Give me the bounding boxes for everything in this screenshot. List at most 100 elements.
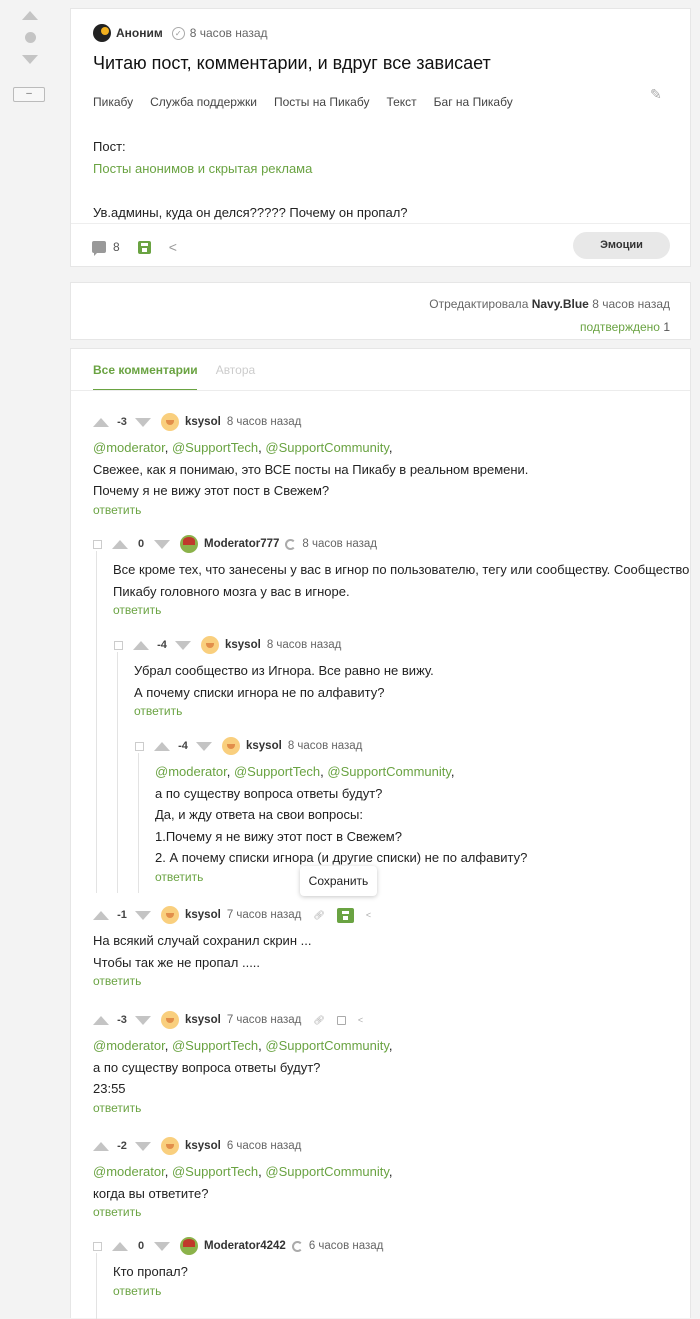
comment-author[interactable]: ksysol: [225, 639, 261, 651]
comment-author[interactable]: Moderator4242: [204, 1240, 286, 1252]
comment-header: -4 ksysol 8 часов назад: [114, 636, 434, 654]
upvote-icon[interactable]: [93, 910, 109, 920]
avatar[interactable]: [180, 1237, 198, 1255]
mention-link[interactable]: @SupportTech: [172, 1038, 258, 1053]
share-icon[interactable]: <: [169, 239, 177, 255]
mention-link[interactable]: @SupportTech: [234, 764, 320, 779]
confirmed-line[interactable]: подтверждено 1: [580, 320, 670, 334]
comment-author[interactable]: ksysol: [185, 1140, 221, 1152]
avatar[interactable]: [180, 535, 198, 553]
collapse-post-button[interactable]: –: [13, 87, 45, 102]
downvote-icon[interactable]: [135, 1015, 151, 1025]
upvote-icon[interactable]: [93, 1141, 109, 1151]
post-body-label: Пост:: [93, 139, 126, 154]
avatar[interactable]: [201, 636, 219, 654]
comment-rating: -4: [178, 740, 188, 752]
mention-link[interactable]: @SupportTech: [172, 440, 258, 455]
emotions-button[interactable]: Эмоции: [573, 232, 670, 259]
save-icon[interactable]: [336, 907, 354, 923]
upvote-icon[interactable]: [133, 640, 149, 650]
post-author[interactable]: Аноним: [116, 26, 163, 40]
mention-link[interactable]: @moderator: [93, 1164, 165, 1179]
upvote-icon[interactable]: [154, 741, 170, 751]
upvote-icon[interactable]: [22, 11, 38, 20]
reply-link[interactable]: ответить: [93, 1101, 393, 1115]
avatar[interactable]: [161, 413, 179, 431]
collapse-thread-icon[interactable]: [135, 741, 144, 751]
comment-time: 8 часов назад: [287, 740, 363, 752]
comment-line: Свежее, как я понимаю, это ВСЕ посты на …: [93, 461, 529, 477]
divider: [71, 223, 690, 224]
mention-link[interactable]: @SupportCommunity: [327, 764, 451, 779]
tag-item[interactable]: Баг на Пикабу: [434, 95, 513, 109]
reply-link[interactable]: ответить: [93, 974, 371, 988]
post-body-link[interactable]: Посты анонимов и скрытая реклама: [93, 158, 408, 180]
post-body: Пост: Посты анонимов и скрытая реклама У…: [93, 136, 408, 224]
comment: -2 ksysol 6 часов назад @moderator, @Sup…: [93, 1137, 393, 1219]
tag-item[interactable]: Служба поддержки: [150, 95, 257, 109]
comment-author[interactable]: ksysol: [185, 909, 221, 921]
share-icon[interactable]: <: [366, 910, 371, 920]
avatar[interactable]: [161, 906, 179, 924]
comment-author[interactable]: ksysol: [185, 416, 221, 428]
comment-rating: -2: [117, 1140, 127, 1152]
pencil-icon[interactable]: ✎: [650, 86, 662, 103]
mention-link[interactable]: @SupportTech: [172, 1164, 258, 1179]
tab-author-comments[interactable]: Автора: [216, 363, 256, 377]
comment-author[interactable]: Moderator777: [204, 538, 279, 550]
comment-author[interactable]: ksysol: [185, 1014, 221, 1026]
comment-time: 6 часов назад: [308, 1240, 384, 1252]
avatar[interactable]: [222, 737, 240, 755]
downvote-icon[interactable]: [175, 640, 191, 650]
downvote-icon[interactable]: [196, 741, 212, 751]
verified-icon: [291, 1240, 303, 1252]
collapse-thread-icon[interactable]: [93, 539, 102, 549]
link-icon[interactable]: 🔗︎: [313, 1015, 324, 1026]
downvote-icon[interactable]: [135, 910, 151, 920]
reply-link[interactable]: ответить: [93, 503, 528, 517]
avatar[interactable]: [93, 24, 111, 42]
reply-link[interactable]: ответить: [113, 1284, 383, 1298]
downvote-icon[interactable]: [135, 417, 151, 427]
upvote-icon[interactable]: [112, 539, 128, 549]
downvote-icon[interactable]: [135, 1141, 151, 1151]
share-icon[interactable]: <: [358, 1015, 363, 1025]
post-title[interactable]: Читаю пост, комментарии, и вдруг все зав…: [93, 53, 491, 74]
mention-link[interactable]: @moderator: [155, 764, 227, 779]
comment-body: @moderator, @SupportTech, @SupportCommun…: [93, 1035, 393, 1100]
mention-link[interactable]: @moderator: [93, 1038, 165, 1053]
comment-author[interactable]: ksysol: [246, 740, 282, 752]
upvote-icon[interactable]: [93, 1015, 109, 1025]
comment-line: Кто пропал?: [113, 1264, 188, 1279]
comments-button[interactable]: 8: [92, 240, 120, 256]
link-icon[interactable]: 🔗︎: [313, 910, 324, 921]
mention-link[interactable]: @moderator: [93, 440, 165, 455]
edit-time: 8 часов назад: [592, 297, 670, 311]
tab-all-comments[interactable]: Все комментарии: [93, 363, 198, 377]
avatar[interactable]: [161, 1011, 179, 1029]
downvote-icon[interactable]: [154, 539, 170, 549]
avatar[interactable]: [161, 1137, 179, 1155]
tag-item[interactable]: Посты на Пикабу: [274, 95, 370, 109]
tag-item[interactable]: Текст: [386, 95, 416, 109]
mention-link[interactable]: @SupportCommunity: [265, 440, 389, 455]
comment-line: Пикабу головного мозга у вас в игноре.: [113, 583, 350, 599]
upvote-icon[interactable]: [93, 417, 109, 427]
tag-item[interactable]: Пикабу: [93, 95, 133, 109]
reply-link[interactable]: ответить: [113, 603, 689, 617]
downvote-icon[interactable]: [22, 55, 38, 64]
downvote-icon[interactable]: [154, 1241, 170, 1251]
comment-line: Да, и жду ответа на свои вопросы:: [155, 807, 363, 822]
reply-link[interactable]: ответить: [93, 1205, 393, 1219]
comment-header: -3 ksysol 8 часов назад: [93, 413, 528, 431]
save-icon[interactable]: [137, 240, 151, 254]
collapse-thread-icon[interactable]: [93, 1241, 102, 1251]
save-icon[interactable]: [336, 1015, 346, 1025]
upvote-icon[interactable]: [112, 1241, 128, 1251]
comments-card: Все комментарии Автора -3 ksysol 8 часов…: [70, 348, 691, 1319]
editor-name[interactable]: Navy.Blue: [532, 297, 589, 311]
reply-link[interactable]: ответить: [134, 704, 434, 718]
collapse-thread-icon[interactable]: [114, 640, 123, 650]
mention-link[interactable]: @SupportCommunity: [265, 1038, 389, 1053]
mention-link[interactable]: @SupportCommunity: [265, 1164, 389, 1179]
